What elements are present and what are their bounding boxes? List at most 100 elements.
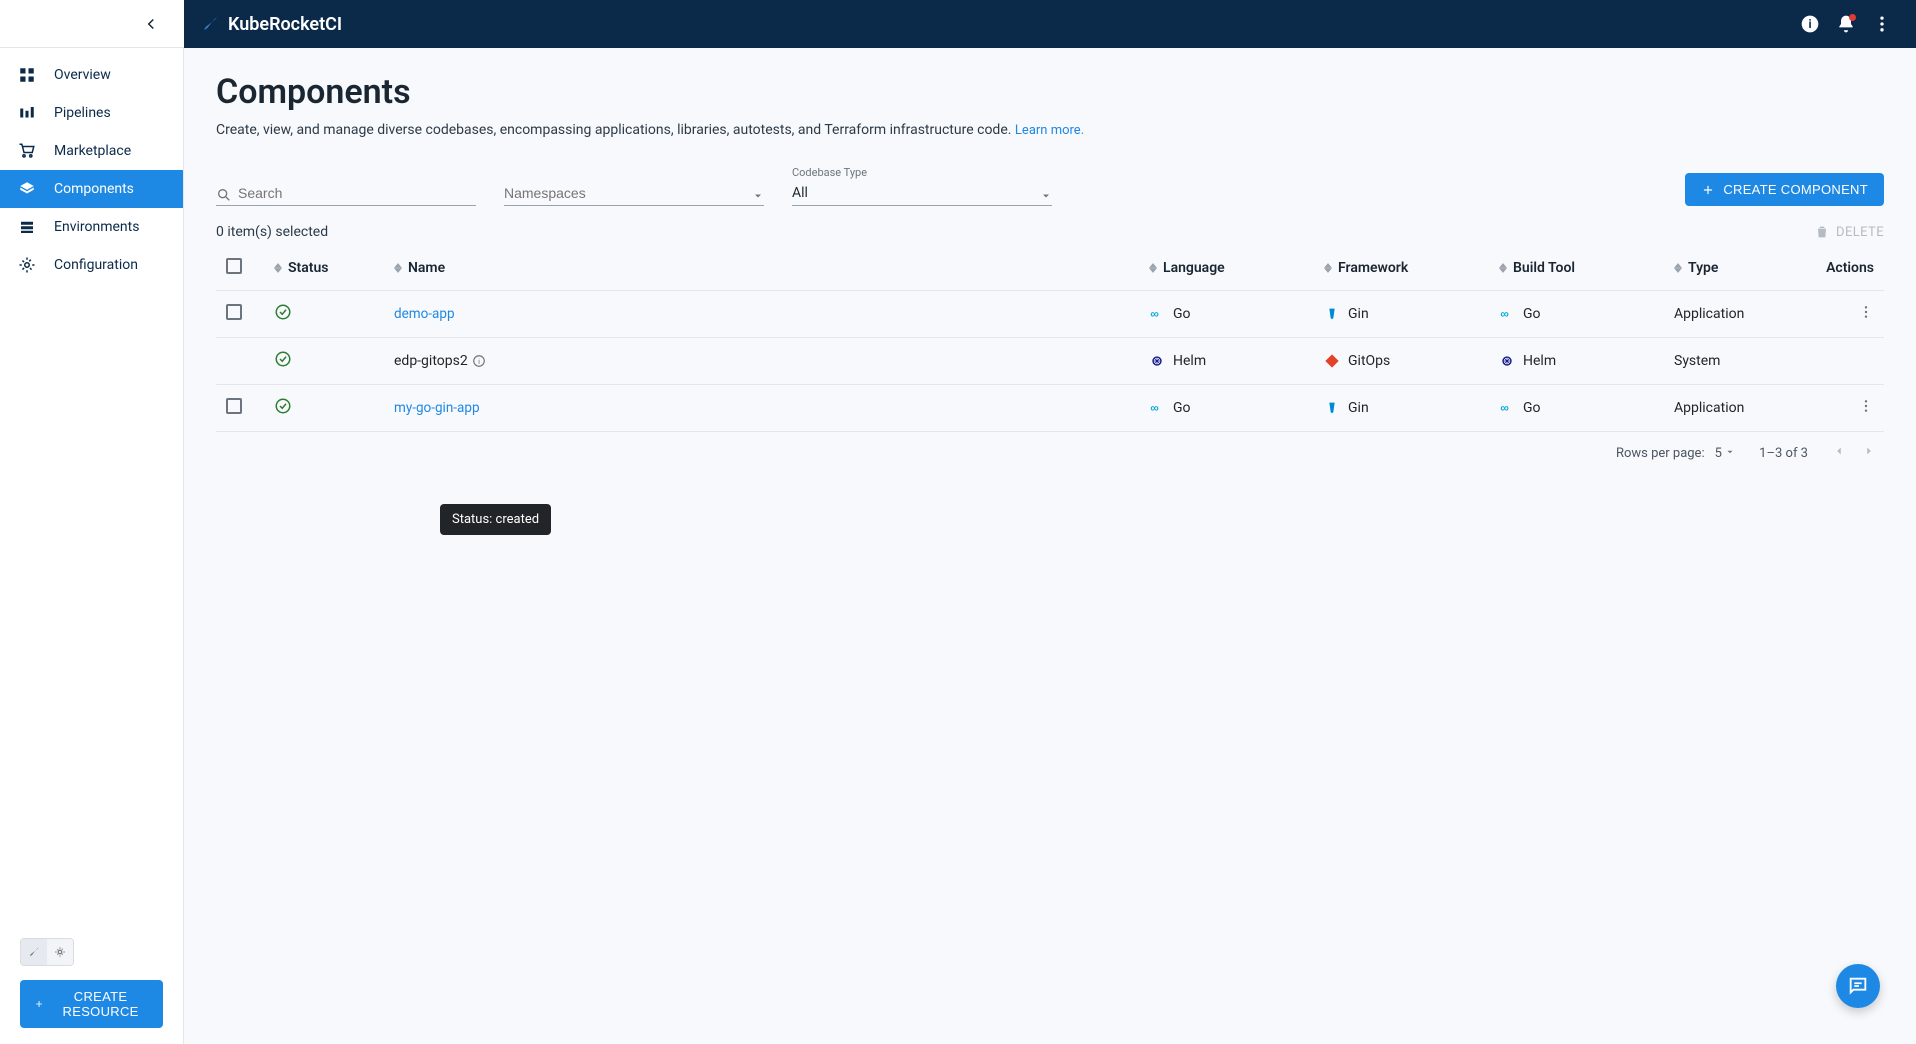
row-actions-button[interactable] bbox=[1858, 402, 1874, 418]
table-row: my-go-gin-app∞GoGin∞GoApplication bbox=[216, 385, 1884, 432]
codebase-type-value: All bbox=[792, 181, 1052, 206]
caret-down-icon bbox=[1725, 447, 1735, 457]
info-button[interactable]: i bbox=[1792, 6, 1828, 42]
filters-row: Codebase Type All CREATE COMPONENT bbox=[216, 166, 1884, 206]
component-name-link[interactable]: my-go-gin-app bbox=[394, 400, 480, 416]
layers-icon bbox=[18, 180, 36, 198]
chat-fab[interactable] bbox=[1836, 964, 1880, 1008]
brand-text: KubeRocketCI bbox=[228, 14, 342, 35]
dashboard-icon bbox=[18, 66, 36, 84]
svg-text:∞: ∞ bbox=[1500, 310, 1508, 319]
row-actions-button[interactable] bbox=[1858, 308, 1874, 324]
stack-icon bbox=[18, 218, 36, 236]
select-all-checkbox[interactable] bbox=[226, 258, 242, 274]
toggle-gear[interactable] bbox=[47, 939, 73, 965]
language-icon bbox=[1149, 353, 1165, 369]
build-tool-cell: ∞Go bbox=[1499, 306, 1654, 322]
language-cell: ∞Go bbox=[1149, 306, 1304, 322]
chevron-left-icon bbox=[1832, 444, 1846, 458]
pipelines-icon bbox=[18, 104, 36, 122]
status-ok-icon bbox=[274, 356, 292, 372]
framework-cell: GitOps bbox=[1324, 353, 1479, 369]
prev-page-button[interactable] bbox=[1832, 444, 1846, 462]
create-component-label: CREATE COMPONENT bbox=[1723, 182, 1868, 197]
next-page-button[interactable] bbox=[1862, 444, 1876, 462]
create-component-button[interactable]: CREATE COMPONENT bbox=[1685, 173, 1884, 206]
sidebar-item-pipelines[interactable]: Pipelines bbox=[0, 94, 183, 132]
brand: KubeRocketCI bbox=[200, 14, 342, 35]
selection-count: 0 item(s) selected bbox=[216, 224, 328, 240]
language-cell: Helm bbox=[1149, 353, 1304, 369]
type-cell: System bbox=[1674, 353, 1720, 369]
sidebar-item-label: Marketplace bbox=[54, 143, 131, 159]
sidebar-item-label: Overview bbox=[54, 67, 111, 83]
page-subtitle: Create, view, and manage diverse codebas… bbox=[216, 122, 1884, 138]
rows-per-page-select[interactable]: 5 bbox=[1715, 446, 1736, 461]
type-cell: Application bbox=[1674, 306, 1744, 322]
pagination: Rows per page: 5 1–3 of 3 bbox=[216, 432, 1884, 474]
sidebar-item-label: Pipelines bbox=[54, 105, 111, 121]
sidebar-item-components[interactable]: Components bbox=[0, 170, 183, 208]
sidebar-item-marketplace[interactable]: Marketplace bbox=[0, 132, 183, 170]
build-tool-icon bbox=[1499, 353, 1515, 369]
sidebar-item-configuration[interactable]: Configuration bbox=[0, 246, 183, 284]
col-status[interactable]: Status bbox=[288, 260, 328, 276]
chevron-right-icon bbox=[1862, 444, 1876, 458]
theme-toggle[interactable] bbox=[20, 938, 74, 966]
col-type[interactable]: Type bbox=[1688, 260, 1718, 276]
plus-icon bbox=[1701, 183, 1715, 197]
build-tool-icon: ∞ bbox=[1499, 306, 1515, 322]
more-vert-icon bbox=[1872, 14, 1892, 34]
component-name: edp-gitops2 bbox=[394, 353, 468, 369]
sidebar: Overview Pipelines Marketplace Component… bbox=[0, 48, 184, 1044]
col-actions: Actions bbox=[1826, 260, 1874, 276]
topbar: KubeRocketCI i bbox=[0, 0, 1916, 48]
status-tooltip: Status: created bbox=[440, 504, 551, 535]
brush-icon bbox=[27, 945, 41, 959]
svg-text:∞: ∞ bbox=[1150, 310, 1158, 319]
sidebar-item-label: Environments bbox=[54, 219, 139, 235]
plus-icon bbox=[34, 997, 44, 1011]
row-checkbox[interactable] bbox=[226, 398, 242, 414]
component-name-link[interactable]: demo-app bbox=[394, 306, 455, 322]
framework-cell: Gin bbox=[1324, 400, 1479, 416]
sidebar-collapse-button[interactable] bbox=[0, 0, 184, 48]
sidebar-item-overview[interactable]: Overview bbox=[0, 56, 183, 94]
toggle-brush[interactable] bbox=[21, 939, 47, 965]
svg-text:∞: ∞ bbox=[1150, 404, 1158, 413]
delete-button[interactable]: DELETE bbox=[1814, 224, 1884, 240]
svg-text:i: i bbox=[478, 357, 480, 366]
col-name[interactable]: Name bbox=[408, 260, 445, 276]
learn-more-link[interactable]: Learn more. bbox=[1015, 123, 1084, 138]
codebase-type-select[interactable]: All bbox=[792, 181, 1052, 206]
main-content: Components Create, view, and manage dive… bbox=[184, 48, 1916, 1044]
gear-icon bbox=[18, 256, 36, 274]
notifications-button[interactable] bbox=[1828, 6, 1864, 42]
language-cell: ∞Go bbox=[1149, 400, 1304, 416]
cart-icon bbox=[18, 142, 36, 160]
col-language[interactable]: Language bbox=[1163, 260, 1225, 276]
codebase-type-label: Codebase Type bbox=[792, 166, 1052, 179]
search-input[interactable] bbox=[216, 181, 476, 206]
info-icon[interactable]: i bbox=[468, 353, 486, 369]
col-framework[interactable]: Framework bbox=[1338, 260, 1408, 276]
create-resource-button[interactable]: CREATE RESOURCE bbox=[20, 980, 163, 1028]
more-button[interactable] bbox=[1864, 6, 1900, 42]
col-build-tool[interactable]: Build Tool bbox=[1513, 260, 1575, 276]
row-checkbox[interactable] bbox=[226, 304, 242, 320]
page-range: 1–3 of 3 bbox=[1759, 446, 1808, 461]
nav: Overview Pipelines Marketplace Component… bbox=[0, 48, 183, 284]
framework-icon bbox=[1324, 400, 1340, 416]
svg-text:∞: ∞ bbox=[1500, 404, 1508, 413]
table-row: edp-gitops2 i Helm GitOps Helm System bbox=[216, 338, 1884, 385]
caret-down-icon bbox=[752, 190, 764, 202]
info-icon: i bbox=[1800, 14, 1820, 34]
sidebar-item-environments[interactable]: Environments bbox=[0, 208, 183, 246]
status-ok-icon bbox=[274, 309, 292, 325]
chat-icon bbox=[1847, 975, 1869, 997]
namespaces-value[interactable] bbox=[504, 181, 764, 206]
selection-bar: 0 item(s) selected DELETE bbox=[216, 224, 1884, 240]
namespaces-select[interactable] bbox=[504, 181, 764, 206]
sidebar-item-label: Configuration bbox=[54, 257, 138, 273]
build-tool-cell: Helm bbox=[1499, 353, 1654, 369]
